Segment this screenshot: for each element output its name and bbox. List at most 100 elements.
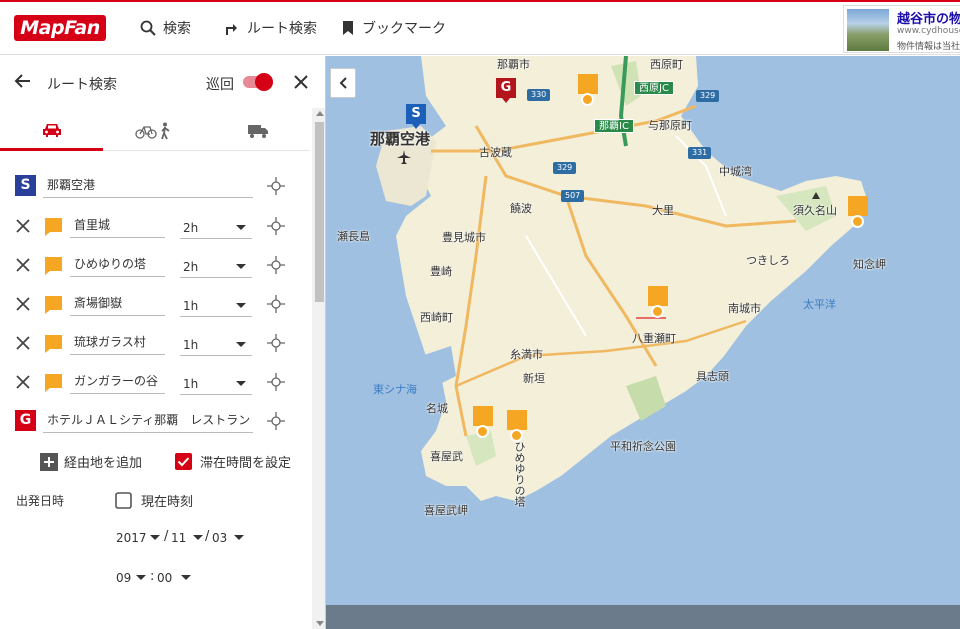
nav-route-label: ルート検索 [247, 21, 317, 37]
map-label: 豊見城市 [442, 231, 486, 244]
waypoint-field[interactable]: 琉球ガラス村 [70, 331, 165, 355]
month-select[interactable]: 11 [171, 527, 203, 549]
back-arrow-icon[interactable] [14, 72, 32, 90]
search-icon [140, 20, 156, 36]
tab-bicycle-walk[interactable] [103, 111, 206, 151]
duration-select[interactable]: 1h [180, 373, 252, 395]
duration-value: 2h [183, 221, 199, 235]
remove-waypoint-icon[interactable] [16, 375, 30, 389]
car-icon [42, 123, 61, 137]
hour-select[interactable]: 09 [116, 567, 146, 589]
remove-waypoint-icon[interactable] [16, 258, 30, 272]
day-value: 03 [212, 531, 228, 545]
waypoint-pin[interactable] [648, 286, 668, 318]
locate-icon[interactable] [266, 176, 286, 196]
route-panel: ルート検索 巡回 S 那覇空港 首里城 2h ひめゆりの塔 2h 斎場御嶽 1h… [0, 56, 326, 629]
duration-value: 1h [183, 377, 199, 391]
minute-select[interactable]: 00 [157, 567, 191, 589]
map-label: 与那原町 [648, 119, 692, 132]
locate-icon[interactable] [266, 255, 286, 275]
ad-title[interactable]: 越谷市の物 [897, 8, 960, 27]
goal-pin[interactable]: G [496, 78, 516, 103]
map-label: 瀬長島 [337, 230, 370, 243]
checkbox-checked-icon [175, 453, 192, 470]
tab-truck[interactable] [206, 111, 309, 151]
scroll-up-arrow-icon[interactable] [316, 111, 324, 116]
chevron-down-icon [136, 575, 146, 580]
waypoint-row-5: ガンガラーの谷 1h [0, 367, 310, 397]
chevron-down-icon [181, 575, 191, 580]
panel-header: ルート検索 巡回 [0, 56, 325, 108]
chevron-down-icon [234, 535, 244, 540]
waypoint-field[interactable]: 斎場御嶽 [70, 292, 165, 316]
waypoint-pin[interactable] [578, 74, 598, 106]
ad-banner[interactable]: 越谷市の物 www.cydhouse 物件情報は当社へ [843, 5, 960, 53]
route-goal-row: G ホテルＪＡＬシティ那覇 レストラン [0, 406, 310, 436]
waypoint-field[interactable]: ひめゆりの塔 [70, 253, 165, 277]
waypoint-field[interactable]: ガンガラーの谷 [70, 370, 165, 394]
chevron-down-icon [236, 381, 246, 386]
start-pin[interactable]: S [406, 104, 426, 129]
scrollbar-thumb[interactable] [315, 122, 324, 302]
chevron-down-icon [236, 303, 246, 308]
route-shield: 329 [696, 90, 720, 102]
current-time-checkbox[interactable]: 現在時刻 [115, 491, 193, 510]
locate-icon[interactable] [266, 216, 286, 236]
bicycle-walk-icon [134, 122, 170, 140]
locate-icon[interactable] [266, 294, 286, 314]
waypoint-pin[interactable] [473, 406, 493, 438]
year-value: 2017 [116, 531, 147, 545]
ad-image [847, 9, 889, 51]
minute-value: 00 [157, 571, 173, 585]
bookmark-icon [343, 21, 353, 35]
waypoint-pin[interactable] [507, 410, 527, 442]
start-field[interactable]: 那覇空港 [43, 174, 253, 198]
add-waypoint-button[interactable]: 経由地を追加 [40, 452, 142, 471]
waypoint-flag-icon [45, 296, 62, 314]
map-label: 名城 [426, 402, 448, 415]
map-label: 太平洋 [803, 298, 836, 311]
route-shield: 507 [561, 190, 585, 202]
locate-icon[interactable] [266, 411, 286, 431]
nav-route[interactable]: ルート検索 [224, 18, 317, 38]
date-separator: / [205, 529, 210, 544]
map-label: 豊崎 [430, 265, 452, 278]
goal-field[interactable]: ホテルＪＡＬシティ那覇 レストラン [43, 409, 253, 433]
loop-toggle[interactable] [243, 73, 273, 91]
goal-marker: G [15, 410, 36, 431]
day-select[interactable]: 03 [212, 527, 244, 549]
map-label: 西崎町 [420, 311, 453, 324]
plus-box-icon [40, 452, 58, 471]
duration-select[interactable]: 1h [180, 295, 252, 317]
ad-url: www.cydhouse [897, 26, 960, 36]
map-label: 新垣 [523, 372, 545, 385]
remove-waypoint-icon[interactable] [16, 297, 30, 311]
waypoint-pin[interactable] [848, 196, 868, 228]
map-view[interactable]: S G 那覇空港 古波蔵 饒波 豊見城市 豊崎 西崎町 糸満市 新垣 東シナ海 … [326, 56, 960, 629]
nav-search[interactable]: 検索 [140, 18, 191, 38]
close-icon[interactable] [293, 74, 309, 90]
stay-time-label: 滞在時間を設定 [200, 456, 292, 471]
panel-scrollbar[interactable] [312, 108, 325, 629]
tab-car[interactable] [0, 111, 103, 151]
duration-select[interactable]: 2h [180, 217, 252, 239]
route-start-row: S 那覇空港 [0, 171, 310, 201]
scroll-down-arrow-icon[interactable] [316, 621, 324, 626]
map-label: 中城湾 [719, 165, 752, 178]
collapse-panel-button[interactable] [330, 68, 356, 98]
route-shield: 329 [553, 162, 577, 174]
locate-icon[interactable] [266, 372, 286, 392]
year-select[interactable]: 2017 [116, 527, 160, 549]
waypoint-field[interactable]: 首里城 [70, 214, 165, 238]
stay-time-checkbox[interactable]: 滞在時間を設定 [175, 452, 291, 471]
remove-waypoint-icon[interactable] [16, 336, 30, 350]
nav-bookmark[interactable]: ブックマーク [341, 18, 446, 38]
locate-icon[interactable] [266, 333, 286, 353]
waypoint-pin-dot [476, 425, 489, 438]
remove-waypoint-icon[interactable] [16, 219, 30, 233]
duration-value: 1h [183, 299, 199, 313]
route-shield: 331 [688, 147, 712, 159]
mapfan-logo[interactable]: MapFan [14, 15, 106, 41]
duration-select[interactable]: 1h [180, 334, 252, 356]
duration-select[interactable]: 2h [180, 256, 252, 278]
